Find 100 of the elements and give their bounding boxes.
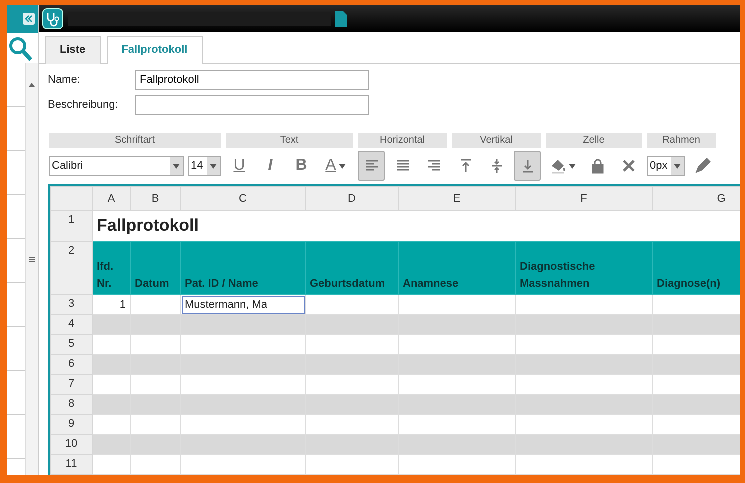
- tab[interactable]: Fallprotokoll: [106, 36, 203, 64]
- row-header[interactable]: 5: [50, 334, 92, 354]
- tab[interactable]: Liste: [45, 36, 101, 64]
- table-cell[interactable]: [180, 434, 306, 454]
- collapse-icon[interactable]: [23, 13, 35, 25]
- table-header-cell: Diagnostische Massnahmen: [516, 242, 652, 294]
- paint-bucket-icon: [550, 158, 566, 174]
- table-cell[interactable]: [92, 434, 130, 454]
- table-cell[interactable]: [516, 314, 652, 334]
- column-header[interactable]: E: [398, 186, 516, 210]
- pen-icon: [694, 158, 710, 174]
- table-cell[interactable]: Mustermann, Ma: [180, 294, 306, 314]
- column-header[interactable]: D: [306, 186, 398, 210]
- table-cell[interactable]: [180, 374, 306, 394]
- table-cell[interactable]: [306, 414, 398, 434]
- table-cell[interactable]: [306, 314, 398, 334]
- table-cell[interactable]: [306, 354, 398, 374]
- input-field[interactable]: [135, 95, 369, 115]
- align-right-icon: [426, 158, 442, 174]
- column-header[interactable]: C: [180, 186, 306, 210]
- table-cell[interactable]: [306, 394, 398, 414]
- dropdown[interactable]: 14: [188, 156, 221, 176]
- table-cell[interactable]: [130, 454, 180, 474]
- table-cell[interactable]: [398, 454, 516, 474]
- corner-cell: [50, 186, 92, 210]
- table-cell[interactable]: [180, 394, 306, 414]
- dropdown[interactable]: 0px: [647, 156, 685, 176]
- table-cell[interactable]: [180, 414, 306, 434]
- font-color-button[interactable]: A: [319, 151, 353, 181]
- row-header[interactable]: 4: [50, 314, 92, 334]
- column-header[interactable]: A: [92, 186, 130, 210]
- group-label: Rahmen: [647, 133, 716, 148]
- table-cell[interactable]: [92, 414, 130, 434]
- table-cell[interactable]: [92, 334, 130, 354]
- table-cell[interactable]: [180, 334, 306, 354]
- table-cell[interactable]: [130, 374, 180, 394]
- table-cell[interactable]: [516, 434, 652, 454]
- row-header[interactable]: 9: [50, 414, 92, 434]
- dropdown[interactable]: Calibri: [49, 156, 184, 176]
- table-cell[interactable]: [398, 414, 516, 434]
- search-icon[interactable]: [9, 37, 33, 63]
- table-cell[interactable]: [398, 294, 516, 314]
- column-header[interactable]: G: [652, 186, 740, 210]
- table-cell[interactable]: [92, 314, 130, 334]
- input-field[interactable]: Fallprotokoll: [135, 70, 369, 90]
- row-header[interactable]: 7: [50, 374, 92, 394]
- row-header[interactable]: 1: [50, 210, 92, 242]
- table-cell[interactable]: [92, 374, 130, 394]
- table-cell[interactable]: [398, 314, 516, 334]
- table-cell[interactable]: [130, 294, 180, 314]
- table-cell[interactable]: [92, 394, 130, 414]
- table-cell[interactable]: [306, 294, 398, 314]
- table-cell[interactable]: [130, 334, 180, 354]
- table-cell[interactable]: [130, 394, 180, 414]
- table-cell[interactable]: [130, 314, 180, 334]
- table-cell[interactable]: [180, 314, 306, 334]
- row-header[interactable]: 3: [50, 294, 92, 314]
- table-cell[interactable]: [306, 434, 398, 454]
- table-cell[interactable]: [130, 354, 180, 374]
- group-label: Zelle: [546, 133, 642, 148]
- table-cell[interactable]: [516, 294, 652, 314]
- table-cell[interactable]: [306, 374, 398, 394]
- toolbar-button[interactable]: [514, 151, 541, 181]
- bold-button[interactable]: B: [288, 151, 315, 181]
- column-header[interactable]: F: [516, 186, 652, 210]
- table-header-cell: lfd. Nr.: [92, 242, 130, 294]
- group-label: Schriftart: [49, 133, 221, 148]
- table-cell[interactable]: [180, 354, 306, 374]
- table-cell[interactable]: [398, 334, 516, 354]
- table-cell[interactable]: [92, 354, 130, 374]
- table-cell[interactable]: [130, 434, 180, 454]
- column-header[interactable]: B: [130, 186, 180, 210]
- table-cell[interactable]: [516, 394, 652, 414]
- table-cell[interactable]: [398, 354, 516, 374]
- table-cell[interactable]: [516, 374, 652, 394]
- grip-icon[interactable]: [29, 257, 35, 263]
- row-header[interactable]: 10: [50, 434, 92, 454]
- table-cell[interactable]: [516, 454, 652, 474]
- row-header[interactable]: 2: [50, 242, 92, 294]
- row-header[interactable]: 11: [50, 454, 92, 474]
- table-cell[interactable]: [398, 394, 516, 414]
- table-cell[interactable]: [516, 334, 652, 354]
- table-cell[interactable]: [516, 414, 652, 434]
- scroll-up-icon[interactable]: [29, 83, 35, 87]
- table-cell[interactable]: [398, 434, 516, 454]
- italic-button[interactable]: I: [257, 151, 284, 181]
- row-header[interactable]: 6: [50, 354, 92, 374]
- table-cell[interactable]: [516, 354, 652, 374]
- table-cell[interactable]: [92, 454, 130, 474]
- toolbar-button[interactable]: [358, 151, 385, 181]
- group-label: Vertikal: [452, 133, 541, 148]
- table-cell[interactable]: 1: [92, 294, 130, 314]
- row-header[interactable]: 8: [50, 394, 92, 414]
- table-cell[interactable]: [130, 414, 180, 434]
- group-label: Horizontal: [358, 133, 447, 148]
- table-cell[interactable]: [306, 334, 398, 354]
- table-cell[interactable]: [180, 454, 306, 474]
- table-cell[interactable]: [398, 374, 516, 394]
- table-cell[interactable]: [306, 454, 398, 474]
- underline-button[interactable]: U: [226, 151, 253, 181]
